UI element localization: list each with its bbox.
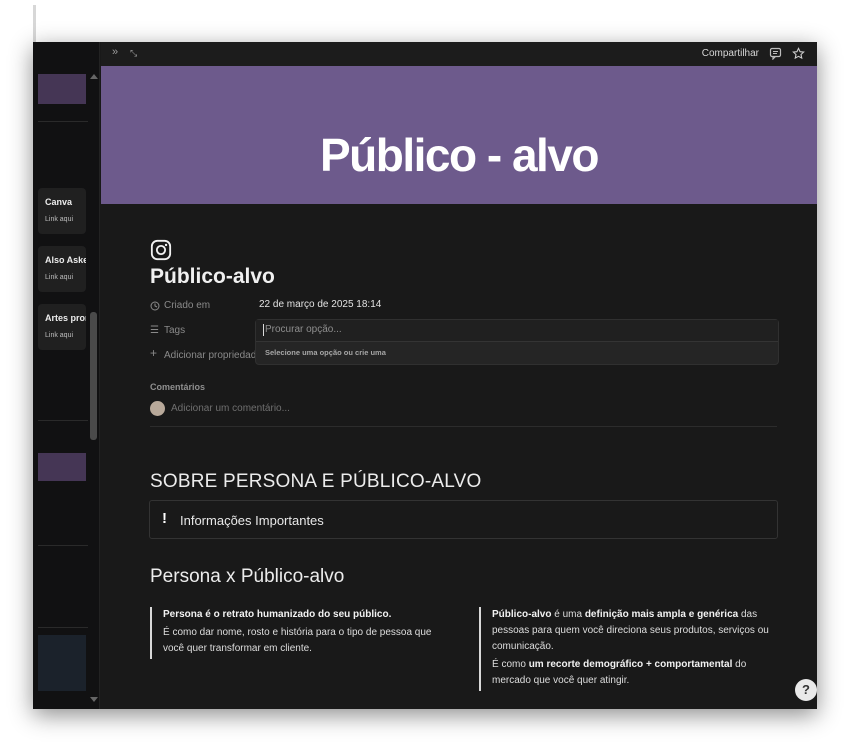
page-cover[interactable]: Público - alvo <box>101 66 817 204</box>
scroll-down-arrow[interactable] <box>90 697 98 702</box>
divider <box>150 426 777 427</box>
quote-bold: definição mais ampla e genérica <box>584 609 739 620</box>
quote-bold: Persona é o retrato humanizado do seu pú… <box>163 609 392 620</box>
left-panel: Canva Link aqui Also Asked Link aqui Art… <box>33 42 100 709</box>
comment-input[interactable]: Adicionar um comentário... <box>171 403 290 414</box>
avatar <box>150 401 165 416</box>
quote-text: É como dar nome, rosto e história para o… <box>163 627 432 654</box>
property-label-created[interactable]: Criado em <box>164 300 210 311</box>
card-title: Also Asked <box>45 255 86 265</box>
comment-icon[interactable] <box>769 47 782 60</box>
plus-icon[interactable]: + <box>150 346 157 360</box>
quote-text: É como <box>492 659 529 670</box>
page-title[interactable]: Público-alvo <box>150 265 275 289</box>
double-chevron-right-icon[interactable]: » <box>112 46 118 58</box>
heading-sobre-persona[interactable]: SOBRE PERSONA E PÚBLICO-ALVO <box>150 471 482 493</box>
link-card-artes[interactable]: Artes prontas Link aqui <box>38 304 86 350</box>
property-label-tags[interactable]: Tags <box>164 325 185 336</box>
quote-bold: um recorte demográfico + comportamental <box>528 659 733 670</box>
callout-toggle[interactable]: ! Informações Importantes <box>149 500 778 539</box>
cover-thumbnail <box>38 453 86 481</box>
card-link[interactable]: Link aqui <box>45 274 73 281</box>
comments-label: Comentários <box>150 382 206 392</box>
text-cursor <box>263 324 264 336</box>
top-bar: » ⤡ Compartilhar <box>101 42 817 66</box>
link-card-also-asked[interactable]: Also Asked Link aqui <box>38 246 86 292</box>
star-icon[interactable] <box>792 47 805 60</box>
tag-search-placeholder[interactable]: Procurar opção... <box>265 324 342 335</box>
quote-text: é uma <box>551 609 585 620</box>
link-card-canva[interactable]: Canva Link aqui <box>38 188 86 234</box>
cover-title: Público - alvo <box>319 129 600 181</box>
quote-publico-alvo[interactable]: Público-alvo é uma definição mais ampla … <box>479 607 777 691</box>
tag-search-input[interactable]: Procurar opção... <box>256 320 778 342</box>
property-value-created: 22 de março de 2025 18:14 <box>259 299 382 310</box>
divider <box>38 627 88 628</box>
scrollbar-thumb[interactable] <box>90 312 97 440</box>
clock-icon <box>150 301 160 311</box>
thumbnail-block <box>38 635 86 691</box>
card-link[interactable]: Link aqui <box>45 332 73 339</box>
instagram-icon[interactable] <box>150 239 172 261</box>
callout-text[interactable]: Informações Importantes <box>180 513 324 528</box>
notion-window: Canva Link aqui Also Asked Link aqui Art… <box>33 42 817 709</box>
divider <box>38 420 88 421</box>
add-property-button[interactable]: Adicionar propriedade <box>164 350 262 361</box>
expand-diagonal-icon[interactable]: ⤡ <box>130 48 137 59</box>
list-icon: ☰ <box>150 325 159 336</box>
dropdown-hint: Selecione uma opção ou crie uma <box>265 348 386 357</box>
quote-persona[interactable]: Persona é o retrato humanizado do seu pú… <box>150 607 437 659</box>
scroll-up-arrow[interactable] <box>90 74 98 79</box>
card-title: Artes prontas <box>45 313 86 323</box>
exclamation-icon: ! <box>162 510 167 527</box>
page-main: » ⤡ Compartilhar Público - alvo Público-… <box>101 42 817 709</box>
divider <box>38 545 88 546</box>
cover-thumbnail <box>38 74 86 104</box>
card-link[interactable]: Link aqui <box>45 216 73 223</box>
divider <box>38 121 88 122</box>
help-icon[interactable]: ? <box>795 679 817 701</box>
quote-bold: Público-alvo <box>492 609 552 620</box>
tag-dropdown[interactable]: Procurar opção... Selecione uma opção ou… <box>255 319 779 365</box>
card-title: Canva <box>45 197 73 207</box>
share-button[interactable]: Compartilhar <box>702 48 759 59</box>
heading-persona-x-publico[interactable]: Persona x Público-alvo <box>150 566 344 588</box>
